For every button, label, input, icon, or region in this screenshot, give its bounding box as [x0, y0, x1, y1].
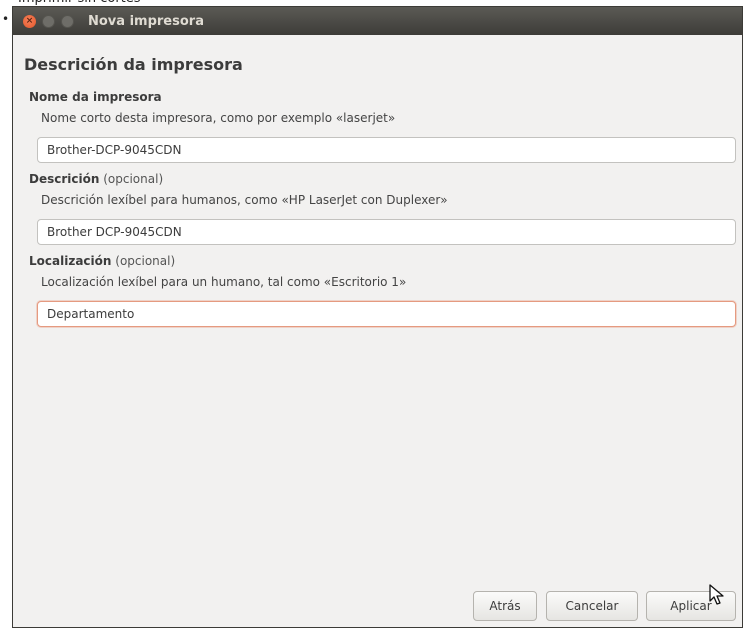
- printer-name-label-text: Nome da impresora: [29, 90, 162, 104]
- apply-button[interactable]: Aplicar: [646, 591, 736, 621]
- dialog-content: Descrición da impresora Nome da impresor…: [13, 35, 742, 627]
- description-label: Descrición (opcional): [29, 172, 163, 186]
- new-printer-dialog: × Nova impresora Descrición da impresora…: [12, 6, 743, 628]
- description-optional-label: (opcional): [103, 172, 164, 186]
- titlebar: × Nova impresora: [13, 7, 742, 35]
- location-hint: Localización lexíbel para un humano, tal…: [41, 275, 407, 289]
- page-title: Descrición da impresora: [24, 55, 243, 74]
- close-icon[interactable]: ×: [23, 14, 36, 28]
- description-label-text: Descrición: [29, 172, 100, 186]
- printer-name-label: Nome da impresora: [29, 90, 162, 104]
- location-label-text: Localización: [29, 254, 112, 268]
- minimize-icon[interactable]: [42, 14, 55, 28]
- list-bullet: •: [2, 12, 10, 26]
- back-button[interactable]: Atrás: [473, 591, 537, 621]
- location-label: Localización (opcional): [29, 254, 175, 268]
- window-title: Nova impresora: [88, 13, 204, 29]
- printer-name-field[interactable]: [37, 137, 736, 163]
- printer-name-hint: Nome corto desta impresora, como por exe…: [41, 111, 396, 125]
- location-field[interactable]: [37, 301, 736, 327]
- location-optional-label: (opcional): [115, 254, 176, 268]
- maximize-icon[interactable]: [61, 14, 74, 28]
- description-hint: Descrición lexíbel para humanos, como «H…: [41, 193, 448, 207]
- cancel-button[interactable]: Cancelar: [546, 591, 638, 621]
- description-field[interactable]: [37, 219, 736, 245]
